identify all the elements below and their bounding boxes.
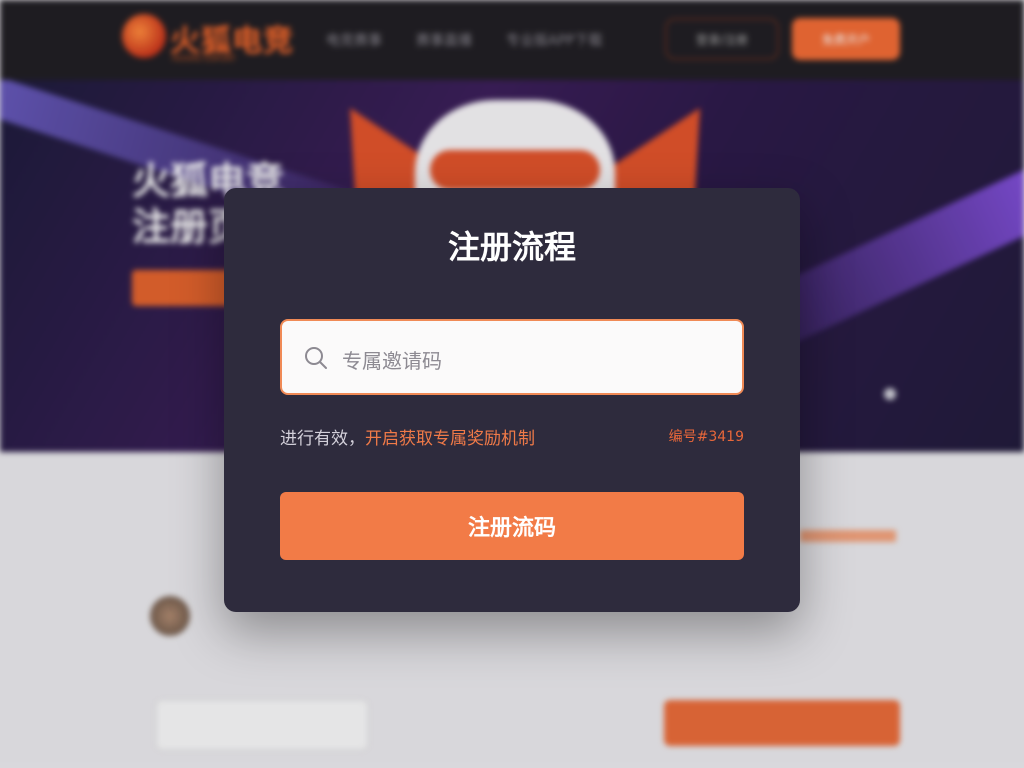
search-icon <box>305 347 327 369</box>
notice-highlight: 开启获取专属奖励机制 <box>365 429 535 449</box>
registration-modal: 注册流程 专属邀请码 进行有效，开启获取专属奖励机制 编号#3419 注册流码 <box>224 188 800 612</box>
notice-text: 进行有效，开启获取专属奖励机制 <box>280 424 535 449</box>
submit-button[interactable]: 注册流码 <box>280 492 744 560</box>
modal-title: 注册流程 <box>447 228 576 266</box>
notice-code: 编号#3419 <box>668 429 744 445</box>
invite-code-placeholder: 专属邀请码 <box>342 349 442 373</box>
notice-prefix: 进行有效， <box>280 429 365 449</box>
invite-code-input[interactable]: 专属邀请码 <box>280 319 744 395</box>
